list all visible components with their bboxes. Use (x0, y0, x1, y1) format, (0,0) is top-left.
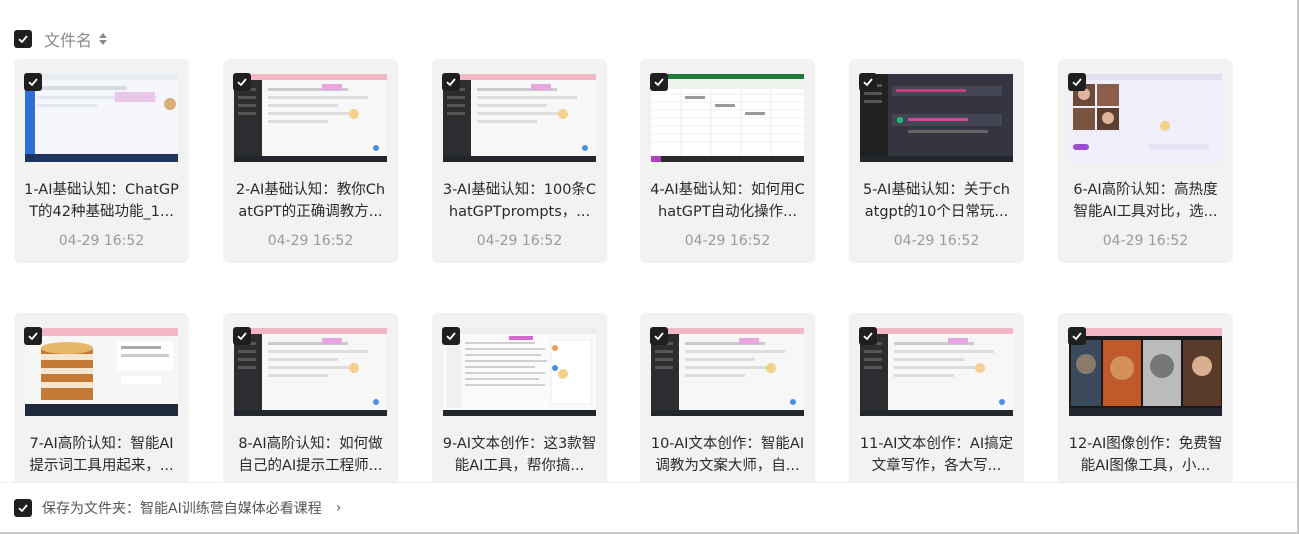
video-thumbnail[interactable] (1069, 328, 1222, 416)
video-thumbnail[interactable] (1069, 74, 1222, 162)
file-checkbox[interactable] (650, 327, 668, 345)
check-icon (863, 332, 873, 341)
file-date: 04-29 16:52 (893, 233, 980, 249)
chevron-right-icon[interactable]: › (336, 500, 342, 516)
video-thumbnail[interactable] (443, 328, 596, 416)
file-card[interactable]: 4-AI基础认知：如何用ChatGPT自动化操作... 04-29 16:52 (640, 59, 815, 263)
file-name: 7-AI高阶认知：智能AI提示词工具用起来，... (29, 436, 174, 474)
check-icon (237, 332, 247, 341)
list-header: 文件名 (14, 28, 108, 50)
video-thumbnail[interactable] (860, 328, 1013, 416)
video-thumbnail[interactable] (234, 74, 387, 162)
file-checkbox[interactable] (233, 73, 251, 91)
file-checkbox[interactable] (1068, 73, 1086, 91)
file-name: 1-AI基础认知：ChatGPT的42种基础功能_1... (24, 182, 179, 220)
file-checkbox[interactable] (1068, 327, 1086, 345)
video-thumbnail[interactable] (651, 328, 804, 416)
file-date: 04-29 16:52 (1102, 233, 1189, 249)
file-checkbox[interactable] (859, 73, 877, 91)
check-icon (237, 78, 247, 87)
file-name: 3-AI基础认知：100条ChatGPTprompts，... (442, 182, 597, 220)
check-icon (1072, 78, 1082, 87)
file-date: 04-29 16:52 (684, 233, 771, 249)
video-thumbnail[interactable] (234, 328, 387, 416)
file-checkbox[interactable] (233, 327, 251, 345)
file-date: 04-29 16:52 (267, 233, 354, 249)
check-icon (18, 503, 28, 512)
sort-icon[interactable] (98, 31, 108, 47)
select-all-checkbox[interactable] (14, 30, 32, 48)
file-name: 10-AI文本创作：智能AI调教为文案大师，自... (650, 436, 805, 474)
video-thumbnail[interactable] (651, 74, 804, 162)
file-checkbox[interactable] (859, 327, 877, 345)
file-date: 04-29 16:52 (58, 233, 145, 249)
file-card[interactable]: 2-AI基础认知：教你ChatGPT的正确调教方... 04-29 16:52 (223, 59, 398, 263)
file-name: 8-AI高阶认知：如何做自己的AI提示工程师... (238, 436, 383, 474)
file-name: 11-AI文本创作：AI搞定文章写作，各大写... (859, 436, 1014, 474)
check-icon (18, 35, 28, 44)
check-icon (446, 332, 456, 341)
file-checkbox[interactable] (24, 327, 42, 345)
check-icon (863, 78, 873, 87)
check-icon (1072, 332, 1082, 341)
file-name: 12-AI图像创作：免费智能AI图像工具，小... (1068, 436, 1223, 474)
file-name: 2-AI基础认知：教你ChatGPT的正确调教方... (235, 182, 386, 220)
video-thumbnail[interactable] (25, 328, 178, 416)
file-name: 6-AI高阶认知：高热度智能AI工具对比，选... (1073, 182, 1218, 220)
file-name: 5-AI基础认知：关于chatgpt的10个日常玩... (863, 182, 1010, 220)
check-icon (654, 78, 664, 87)
file-card[interactable]: 3-AI基础认知：100条ChatGPTprompts，... 04-29 16:… (432, 59, 607, 263)
file-card[interactable]: 5-AI基础认知：关于chatgpt的10个日常玩... 04-29 16:52 (849, 59, 1024, 263)
save-folder-bar: 保存为文件夹：智能AI训练营自媒体必看课程 › (0, 482, 1297, 532)
column-title-filename[interactable]: 文件名 (44, 27, 92, 51)
save-folder-label[interactable]: 保存为文件夹：智能AI训练营自媒体必看课程 (42, 498, 322, 518)
check-icon (446, 78, 456, 87)
file-checkbox[interactable] (24, 73, 42, 91)
file-checkbox[interactable] (442, 327, 460, 345)
check-icon (654, 332, 664, 341)
check-icon (28, 332, 38, 341)
file-checkbox[interactable] (650, 73, 668, 91)
file-checkbox[interactable] (442, 73, 460, 91)
file-name: 4-AI基础认知：如何用ChatGPT自动化操作... (650, 182, 805, 220)
video-thumbnail[interactable] (25, 74, 178, 162)
video-thumbnail[interactable] (860, 74, 1013, 162)
file-card[interactable]: 6-AI高阶认知：高热度智能AI工具对比，选... 04-29 16:52 (1058, 59, 1233, 263)
check-icon (28, 78, 38, 87)
video-thumbnail[interactable] (443, 74, 596, 162)
file-date: 04-29 16:52 (476, 233, 563, 249)
save-folder-checkbox[interactable] (14, 498, 32, 517)
file-card[interactable]: 1-AI基础认知：ChatGPT的42种基础功能_1... 04-29 16:52 (14, 59, 189, 263)
file-name: 9-AI文本创作：这3款智能AI工具，帮你搞... (442, 436, 597, 474)
